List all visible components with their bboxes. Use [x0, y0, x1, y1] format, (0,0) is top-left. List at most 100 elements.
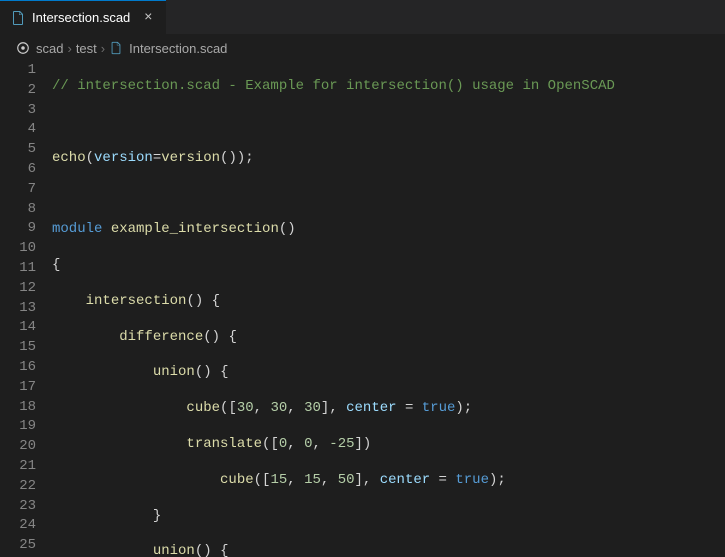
line-number: 20	[0, 437, 36, 457]
line-number: 14	[0, 318, 36, 338]
code-token: echo	[52, 150, 86, 166]
code-token: )	[203, 543, 211, 557]
code-token: {	[220, 543, 228, 557]
code-token: 0	[279, 436, 287, 452]
code-token: [	[228, 400, 236, 416]
code-token: =	[153, 150, 161, 166]
line-number: 3	[0, 101, 36, 121]
code-editor[interactable]: 1 2 3 4 5 6 7 8 9 10 11 12 13 14 15 16 1…	[0, 61, 725, 557]
line-number: 8	[0, 200, 36, 220]
code-token: {	[52, 257, 60, 273]
code-token: difference	[119, 329, 203, 345]
code-token: ,	[287, 472, 304, 488]
code-token: (	[195, 543, 203, 557]
code-token: module	[52, 221, 102, 237]
line-number: 2	[0, 81, 36, 101]
code-token: ,	[321, 472, 338, 488]
chevron-right-icon: ›	[67, 41, 71, 56]
breadcrumb-item-2[interactable]: test	[76, 41, 97, 56]
code-token: =	[397, 400, 422, 416]
line-number-gutter: 1 2 3 4 5 6 7 8 9 10 11 12 13 14 15 16 1…	[0, 61, 52, 557]
code-comment: // intersection.scad - Example for inter…	[52, 78, 615, 94]
tab-bar: Intersection.scad ×	[0, 0, 725, 35]
code-token: 30	[304, 400, 321, 416]
code-token: ,	[363, 472, 380, 488]
code-content[interactable]: // intersection.scad - Example for inter…	[52, 61, 725, 557]
code-token: ,	[329, 400, 346, 416]
breadcrumb-item-1[interactable]: scad	[36, 41, 63, 56]
code-token: {	[220, 364, 228, 380]
code-token: 30	[270, 400, 287, 416]
line-number: 1	[0, 61, 36, 81]
code-token: (	[86, 150, 94, 166]
code-token: ;	[245, 150, 253, 166]
code-token: translate	[186, 436, 262, 452]
line-number: 22	[0, 477, 36, 497]
code-token: union	[153, 364, 195, 380]
code-token: cube	[220, 472, 254, 488]
module-icon	[16, 41, 30, 55]
line-number: 16	[0, 358, 36, 378]
line-number: 5	[0, 140, 36, 160]
code-token: }	[153, 508, 161, 524]
code-token: version	[161, 150, 220, 166]
line-number: 19	[0, 417, 36, 437]
code-token: {	[212, 293, 220, 309]
chevron-right-icon: ›	[101, 41, 105, 56]
code-token: )	[203, 364, 211, 380]
tab-active[interactable]: Intersection.scad ×	[0, 0, 166, 34]
code-token: ,	[254, 400, 271, 416]
code-token: cube	[186, 400, 220, 416]
code-token: [	[270, 436, 278, 452]
code-token: example_intersection	[111, 221, 279, 237]
code-token: ,	[287, 400, 304, 416]
code-token: )	[228, 150, 236, 166]
line-number: 7	[0, 180, 36, 200]
line-number: 15	[0, 338, 36, 358]
code-token: 15	[304, 472, 321, 488]
code-token: ]	[355, 472, 363, 488]
code-token: {	[228, 329, 236, 345]
line-number: 9	[0, 219, 36, 239]
code-token: ;	[497, 472, 505, 488]
code-token: 50	[338, 472, 355, 488]
line-number: 18	[0, 398, 36, 418]
close-icon[interactable]: ×	[140, 10, 156, 26]
tab-label: Intersection.scad	[32, 10, 130, 25]
code-token: )	[287, 221, 295, 237]
code-token: )	[237, 150, 245, 166]
line-number: 24	[0, 516, 36, 536]
breadcrumb-item-3[interactable]: Intersection.scad	[129, 41, 227, 56]
breadcrumb: scad › test › Intersection.scad	[0, 35, 725, 61]
code-token: center	[346, 400, 396, 416]
line-number: 25	[0, 536, 36, 556]
line-number: 4	[0, 120, 36, 140]
line-number: 21	[0, 457, 36, 477]
code-token: )	[363, 436, 371, 452]
code-token: ;	[464, 400, 472, 416]
code-token: =	[430, 472, 455, 488]
code-token: ,	[287, 436, 304, 452]
code-token: )	[455, 400, 463, 416]
code-token: intersection	[86, 293, 187, 309]
code-token: )	[212, 329, 220, 345]
code-token: )	[195, 293, 203, 309]
code-token: -25	[329, 436, 354, 452]
line-number: 23	[0, 497, 36, 517]
code-token: ,	[312, 436, 329, 452]
file-icon	[10, 10, 26, 26]
code-token: version	[94, 150, 153, 166]
code-token: (	[279, 221, 287, 237]
line-number: 11	[0, 259, 36, 279]
line-number: 10	[0, 239, 36, 259]
code-token: center	[380, 472, 430, 488]
file-icon	[109, 41, 123, 55]
code-token: true	[422, 400, 456, 416]
line-number: 6	[0, 160, 36, 180]
code-token: true	[455, 472, 489, 488]
code-token: (	[254, 472, 262, 488]
line-number: 17	[0, 378, 36, 398]
code-token: 15	[270, 472, 287, 488]
code-token: 30	[237, 400, 254, 416]
code-token: union	[153, 543, 195, 557]
